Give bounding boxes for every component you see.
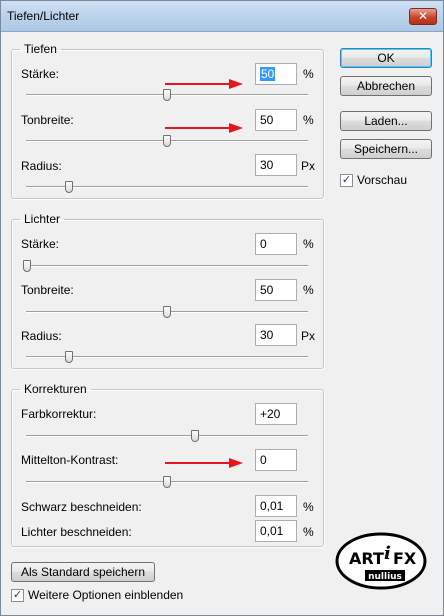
schwarz-input[interactable]: 0,01 bbox=[255, 495, 297, 517]
lichter-tonbreite-slider[interactable] bbox=[163, 306, 171, 318]
red-arrow-icon bbox=[165, 458, 243, 468]
lichter-staerke-slider[interactable] bbox=[23, 260, 31, 272]
weitere-optionen-label: Weitere Optionen einblenden bbox=[28, 588, 184, 602]
vorschau-checkbox[interactable]: ✓ bbox=[340, 174, 353, 187]
mittelton-slider[interactable] bbox=[163, 476, 171, 488]
red-arrow-icon bbox=[165, 123, 243, 133]
mittelton-input[interactable]: 0 bbox=[255, 449, 297, 471]
tiefen-radius-label: Radius: bbox=[21, 159, 62, 173]
dialog-window: Tiefen/Lichter ✕ Tiefen Stärke: 50 % Ton… bbox=[0, 0, 444, 616]
tiefen-radius-input[interactable]: 30 bbox=[255, 154, 297, 176]
weitere-optionen-checkbox[interactable]: ✓ bbox=[11, 589, 24, 602]
abbrechen-button[interactable]: Abbrechen bbox=[340, 76, 432, 96]
tiefen-tonbreite-label: Tonbreite: bbox=[21, 113, 74, 127]
farbkorrektur-label: Farbkorrektur: bbox=[21, 407, 97, 421]
vorschau-label: Vorschau bbox=[357, 173, 408, 187]
red-arrow-icon bbox=[165, 79, 243, 89]
tiefen-legend: Tiefen bbox=[24, 42, 57, 56]
lichter-tonbreite-label: Tonbreite: bbox=[21, 283, 74, 297]
lichter-tonbreite-unit: % bbox=[303, 283, 314, 297]
tiefen-tonbreite-slider[interactable] bbox=[163, 135, 171, 147]
title-bar[interactable]: Tiefen/Lichter ✕ bbox=[1, 1, 443, 32]
ok-button[interactable]: OK bbox=[340, 48, 432, 68]
lichter-staerke-track bbox=[26, 265, 308, 267]
close-button[interactable]: ✕ bbox=[409, 8, 437, 25]
svg-text:nullius: nullius bbox=[368, 572, 402, 582]
svg-text:FX: FX bbox=[393, 549, 417, 568]
lichter-staerke-label: Stärke: bbox=[21, 237, 60, 251]
svg-text:ART: ART bbox=[349, 549, 384, 568]
lichter-beschneiden-input[interactable]: 0,01 bbox=[255, 520, 297, 542]
schwarz-label: Schwarz beschneiden: bbox=[21, 500, 142, 514]
lichter-tonbreite-input[interactable]: 50 bbox=[255, 279, 297, 301]
tiefen-radius-slider[interactable] bbox=[65, 181, 73, 193]
lichter-beschneiden-label: Lichter beschneiden: bbox=[21, 525, 132, 539]
korrekturen-legend: Korrekturen bbox=[24, 382, 87, 396]
farbkorrektur-slider[interactable] bbox=[191, 430, 199, 442]
lichter-staerke-input[interactable]: 0 bbox=[255, 233, 297, 255]
schwarz-unit: % bbox=[303, 500, 314, 514]
als-standard-speichern-button[interactable]: Als Standard speichern bbox=[11, 562, 155, 582]
laden-button[interactable]: Laden... bbox=[340, 111, 432, 131]
lichter-radius-slider[interactable] bbox=[65, 351, 73, 363]
lichter-beschneiden-unit: % bbox=[303, 525, 314, 539]
farbkorrektur-track bbox=[26, 435, 308, 437]
speichern-button[interactable]: Speichern... bbox=[340, 139, 432, 159]
mittelton-label: Mittelton-Kontrast: bbox=[21, 453, 119, 467]
tiefen-tonbreite-unit: % bbox=[303, 113, 314, 127]
tiefen-tonbreite-input[interactable]: 50 bbox=[255, 109, 297, 131]
tiefen-staerke-input[interactable]: 50 bbox=[255, 63, 297, 85]
lichter-legend: Lichter bbox=[24, 212, 61, 226]
lichter-radius-unit: Px bbox=[301, 329, 316, 343]
lichter-radius-input[interactable]: 30 bbox=[255, 324, 297, 346]
tiefen-radius-unit: Px bbox=[301, 159, 316, 173]
svg-text:i: i bbox=[384, 543, 391, 564]
lichter-staerke-unit: % bbox=[303, 237, 314, 251]
tiefen-staerke-unit: % bbox=[303, 67, 314, 81]
window-title: Tiefen/Lichter bbox=[7, 9, 80, 23]
tiefen-staerke-label: Stärke: bbox=[21, 67, 60, 81]
artifex-logo: ART i FX nullius bbox=[335, 532, 427, 590]
farbkorrektur-input[interactable]: +20 bbox=[255, 403, 297, 425]
lichter-radius-label: Radius: bbox=[21, 329, 62, 343]
